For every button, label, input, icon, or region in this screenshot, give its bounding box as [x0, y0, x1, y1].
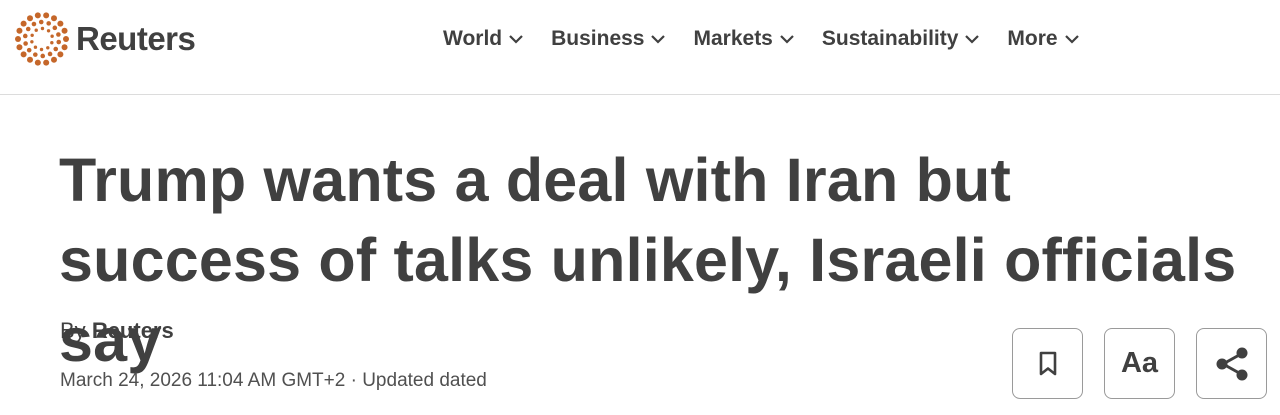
nav-item-label: Markets: [693, 27, 773, 50]
chevron-down-icon: [651, 35, 666, 44]
share-icon: [1216, 347, 1247, 380]
chevron-down-icon: [965, 35, 980, 44]
nav-item-label: Sustainability: [821, 27, 959, 50]
main-nav: World Business Markets Sustainability Mo…: [443, 22, 1080, 56]
nav-item-markets[interactable]: Markets: [693, 27, 794, 51]
byline-prefix: By: [60, 318, 86, 343]
bookmark-icon: [1039, 351, 1056, 375]
nav-item-business[interactable]: Business: [551, 27, 666, 51]
share-button[interactable]: [1196, 328, 1267, 399]
nav-item-sustainability[interactable]: Sustainability: [822, 27, 981, 51]
article-dateline: March 24, 2026 11:04 AM GMT+2 · Updated …: [60, 370, 487, 391]
chevron-down-icon: [509, 35, 523, 44]
text-size-button[interactable]: Aa: [1104, 328, 1175, 399]
chevron-down-icon: [780, 35, 794, 44]
nav-item-label: Business: [551, 27, 645, 50]
logo-wordmark: Reuters: [76, 20, 196, 57]
reuters-dot-ring-icon: [14, 11, 70, 67]
chevron-down-icon: [1064, 35, 1079, 44]
nav-item-world[interactable]: World: [443, 27, 524, 51]
bookmark-button[interactable]: [1012, 328, 1083, 399]
article-actions: Aa: [1012, 328, 1267, 399]
nav-item-more[interactable]: More: [1007, 27, 1079, 51]
byline: By Reuters: [60, 318, 174, 344]
text-size-label: Aa: [1120, 347, 1159, 379]
nav-item-label: More: [1007, 27, 1058, 50]
author-link[interactable]: Reuters: [92, 318, 174, 343]
nav-item-label: World: [443, 27, 503, 50]
site-header: Reuters World Business Markets Sustainab…: [0, 0, 1280, 95]
reuters-logo[interactable]: Reuters: [14, 11, 196, 67]
